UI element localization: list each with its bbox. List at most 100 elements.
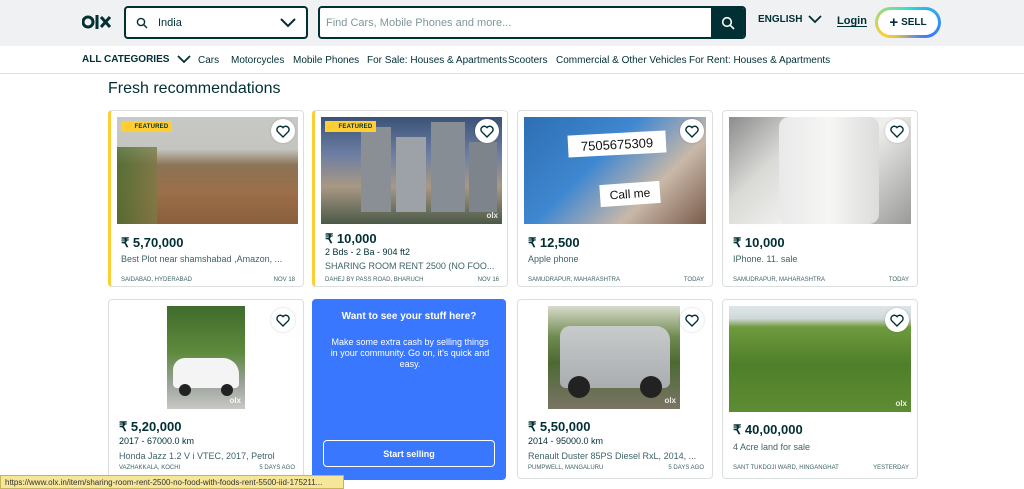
all-categories-dropdown[interactable]: ALL CATEGORIES (82, 54, 192, 65)
plus-icon: + (889, 14, 899, 31)
category-link-motorcycles[interactable]: Motorcycles (231, 55, 284, 66)
heart-icon (890, 314, 904, 327)
listing-details: 2014 - 95000.0 km (528, 436, 604, 446)
listing-date: TODAY (683, 277, 704, 283)
location-value: India (158, 16, 182, 29)
search-bar (318, 6, 746, 39)
browser-status-url: https://www.olx.in/item/sharing-room-ren… (0, 475, 344, 489)
photo-text: Call me (599, 180, 661, 208)
category-nav: ALL CATEGORIES Cars Motorcycles Mobile P… (0, 46, 1024, 74)
listing-location: SAIDABAD, HYDERABAD (121, 277, 193, 283)
listing-date: YESTERDAY (873, 465, 909, 471)
chevron-down-icon (280, 17, 296, 27)
sell-button[interactable]: + SELL (875, 7, 941, 38)
listing-date: NOV 18 (273, 277, 295, 283)
sell-label: SELL (901, 17, 927, 28)
featured-badge: ⚡ FEATURED (121, 121, 173, 132)
category-link-houses-for-sale[interactable]: For Sale: Houses & Apartments (367, 55, 507, 66)
listing-title: Best Plot near shamshabad ,Amazon, ... (121, 254, 283, 264)
category-link-houses-for-rent[interactable]: For Rent: Houses & Apartments (689, 55, 830, 66)
listing-photo (729, 117, 911, 224)
favorite-button[interactable] (885, 308, 909, 332)
heart-icon (480, 125, 494, 138)
listing-location: SAMUDRAPUR, MAHARASHTRA (528, 277, 621, 283)
olx-watermark: olx (664, 396, 676, 405)
listing-photo: olx (729, 306, 911, 412)
favorite-button[interactable] (885, 119, 909, 143)
listing-date: TODAY (888, 277, 909, 283)
listing-price: ₹ 40,00,000 (733, 422, 803, 437)
listing-details: 2017 - 67000.0 km (119, 436, 195, 446)
listing-card[interactable]: olx ₹ 40,00,000 4 Acre land for sale SAN… (722, 299, 918, 479)
favorite-button[interactable] (271, 119, 295, 143)
heart-icon (276, 314, 290, 327)
listing-card[interactable]: ₹ 10,000 IPhone. 11. sale SAMUDRAPUR, MA… (722, 110, 918, 287)
listing-title: Honda Jazz 1.2 V i VTEC, 2017, Petrol (119, 451, 275, 461)
chevron-down-icon (808, 15, 823, 24)
sell-promo-card: Want to see your stuff here? Make some e… (312, 299, 506, 480)
listing-title: IPhone. 11. sale (733, 254, 798, 264)
search-input[interactable] (320, 8, 711, 37)
listing-date: 5 DAYS AGO (259, 465, 295, 471)
listing-card[interactable]: ⚡ FEATURED olx ₹ 10,000 2 Bds - 2 Ba - 9… (312, 110, 508, 287)
listing-location: VAZHAKKALA, KOCHI (119, 465, 181, 471)
featured-label: FEATURED (134, 124, 169, 130)
section-title: Fresh recommendations (108, 80, 281, 97)
olx-watermark: olx (486, 211, 498, 220)
listing-title: Renault Duster 85PS Diesel RxL, 2014, ..… (528, 451, 697, 461)
favorite-button[interactable] (680, 119, 704, 143)
start-selling-button[interactable]: Start selling (323, 440, 495, 467)
listing-card[interactable]: ⚡ FEATURED ₹ 5,70,000 Best Plot near sha… (108, 110, 304, 287)
top-header: India ENGLISH Login + SELL (0, 0, 1024, 46)
listing-location: DAHEJ BY PASS ROAD, BHARUCH (325, 277, 424, 283)
search-button[interactable] (711, 8, 744, 37)
category-link-scooters[interactable]: Scooters (508, 55, 547, 66)
listing-price: ₹ 5,50,000 (528, 419, 591, 434)
listing-price: ₹ 10,000 (733, 235, 785, 250)
listing-location: SANT TUKDOJI WARD, HINGANGHAT (733, 465, 839, 471)
favorite-button[interactable] (271, 308, 295, 332)
search-icon (721, 16, 735, 30)
listing-card[interactable]: olx ₹ 5,50,000 2014 - 95000.0 km Renault… (517, 299, 713, 479)
listing-card[interactable]: 7505675309 Call me ₹ 12,500 Apple phone … (517, 110, 713, 287)
listing-photo: 7505675309 Call me (524, 117, 706, 224)
heart-icon (685, 125, 699, 138)
heart-icon (890, 125, 904, 138)
listing-price: ₹ 12,500 (528, 235, 580, 250)
location-selector[interactable]: India (124, 6, 308, 39)
featured-label: FEATURED (338, 124, 373, 130)
heart-icon (276, 125, 290, 138)
listing-title: SHARING ROOM RENT 2500 (NO FOO... (325, 261, 495, 271)
listing-details: 2 Bds - 2 Ba - 904 ft2 (325, 247, 411, 257)
listing-date: NOV 16 (477, 277, 499, 283)
listing-photo: olx (548, 306, 680, 409)
listing-photo: olx (167, 306, 245, 409)
listing-card[interactable]: olx ₹ 5,20,000 2017 - 67000.0 km Honda J… (108, 299, 304, 479)
featured-badge: ⚡ FEATURED (325, 121, 377, 132)
listing-location: PUMPWELL, MANGALURU (528, 465, 604, 471)
favorite-button[interactable] (475, 119, 499, 143)
listing-price: ₹ 10,000 (325, 231, 377, 246)
chevron-down-icon (177, 55, 192, 64)
login-link[interactable]: Login (837, 15, 867, 27)
heart-icon (685, 314, 699, 327)
olx-logo[interactable] (82, 12, 112, 32)
promo-body: Make some extra cash by selling things i… (330, 337, 490, 369)
category-link-cars[interactable]: Cars (198, 55, 219, 66)
listing-price: ₹ 5,70,000 (121, 235, 184, 250)
listing-date: 5 DAYS AGO (668, 465, 704, 471)
category-link-commercial-vehicles[interactable]: Commercial & Other Vehicles (556, 55, 687, 66)
listing-title: 4 Acre land for sale (733, 442, 811, 452)
category-link-mobile-phones[interactable]: Mobile Phones (293, 55, 359, 66)
favorite-button[interactable] (680, 308, 704, 332)
olx-watermark: olx (895, 399, 907, 408)
all-categories-label: ALL CATEGORIES (82, 54, 170, 65)
listing-price: ₹ 5,20,000 (119, 419, 182, 434)
listing-title: Apple phone (528, 254, 579, 264)
language-selector[interactable]: ENGLISH (758, 14, 823, 25)
promo-heading: Want to see your stuff here? (341, 311, 477, 322)
photo-text: 7505675309 (567, 130, 667, 158)
listing-location: SAMUDRAPUR, MAHARASHTRA (733, 277, 826, 283)
olx-watermark: olx (229, 396, 241, 405)
search-icon (136, 17, 148, 28)
